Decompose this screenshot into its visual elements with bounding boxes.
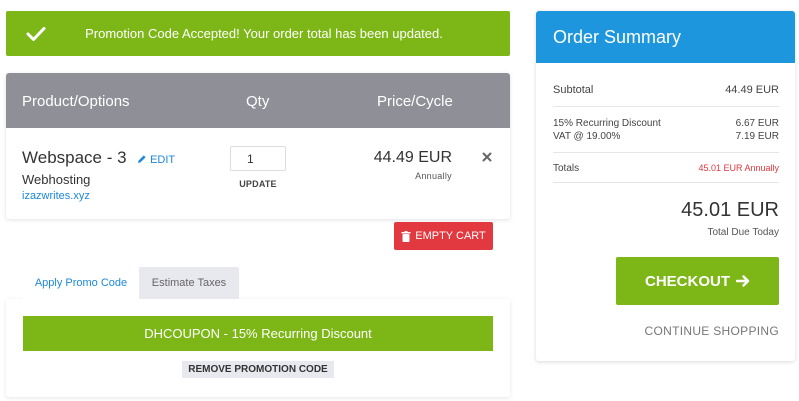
tab-apply-promo[interactable]: Apply Promo Code bbox=[23, 267, 139, 299]
cart-header: Product/Options Qty Price/Cycle bbox=[6, 73, 510, 128]
tab-estimate-taxes[interactable]: Estimate Taxes bbox=[139, 267, 239, 299]
quantity-input[interactable]: 1 bbox=[230, 146, 286, 171]
qty-cell: 1 UPDATE bbox=[230, 146, 286, 189]
summary-divider bbox=[553, 182, 779, 183]
column-qty: Qty bbox=[246, 93, 270, 110]
remove-item-button[interactable] bbox=[482, 149, 492, 165]
continue-shopping-link[interactable]: CONTINUE SHOPPING bbox=[600, 324, 779, 338]
subtotal-value: 44.49 EUR bbox=[725, 84, 779, 96]
column-price: Price/Cycle bbox=[377, 93, 453, 110]
close-icon bbox=[482, 152, 492, 162]
vat-label: VAT @ 19.00% bbox=[553, 131, 621, 142]
remove-promo-button[interactable]: REMOVE PROMOTION CODE bbox=[182, 361, 334, 378]
empty-cart-label: EMPTY CART bbox=[415, 230, 486, 242]
item-price: 44.49 EUR bbox=[373, 149, 452, 166]
update-qty-button[interactable]: UPDATE bbox=[230, 179, 286, 189]
total-due-amount: 45.01 EUR bbox=[681, 199, 779, 221]
summary-divider bbox=[553, 152, 779, 153]
promo-success-banner: Promotion Code Accepted! Your order tota… bbox=[6, 11, 510, 56]
arrow-right-icon bbox=[736, 275, 750, 287]
discount-label: 15% Recurring Discount bbox=[553, 118, 661, 129]
cart-item: Webspace - 3 EDIT Webhosting izazwrites.… bbox=[22, 148, 175, 202]
trash-icon bbox=[401, 230, 411, 242]
check-icon bbox=[6, 26, 66, 42]
summary-title: Order Summary bbox=[536, 11, 795, 63]
summary-divider bbox=[553, 106, 779, 107]
billing-cycle: Annually bbox=[415, 171, 452, 181]
total-due-label: Total Due Today bbox=[707, 227, 779, 238]
vat-value: 7.19 EUR bbox=[735, 131, 779, 142]
totals-label: Totals bbox=[553, 163, 580, 174]
subtotal-label: Subtotal bbox=[553, 84, 594, 96]
pencil-icon bbox=[138, 155, 146, 163]
discount-value: 6.67 EUR bbox=[735, 118, 779, 129]
checkout-button[interactable]: CHECKOUT bbox=[616, 257, 779, 305]
product-domain-link[interactable]: izazwrites.xyz bbox=[22, 190, 175, 202]
applied-promo-code: DHCOUPON - 15% Recurring Discount bbox=[23, 316, 493, 351]
column-product: Product/Options bbox=[22, 93, 130, 110]
banner-message: Promotion Code Accepted! Your order tota… bbox=[85, 26, 443, 41]
product-group: Webhosting bbox=[22, 172, 91, 187]
edit-label: EDIT bbox=[150, 154, 176, 166]
empty-cart-button[interactable]: EMPTY CART bbox=[394, 222, 493, 250]
edit-link[interactable]: EDIT bbox=[137, 154, 175, 166]
checkout-label: CHECKOUT bbox=[645, 272, 730, 290]
order-summary: Order Summary bbox=[536, 11, 795, 361]
totals-value: 45.01 EUR Annually bbox=[698, 163, 779, 173]
product-name: Webspace - 3 bbox=[22, 148, 127, 167]
price-cell: 44.49 EUR Annually bbox=[352, 149, 452, 181]
